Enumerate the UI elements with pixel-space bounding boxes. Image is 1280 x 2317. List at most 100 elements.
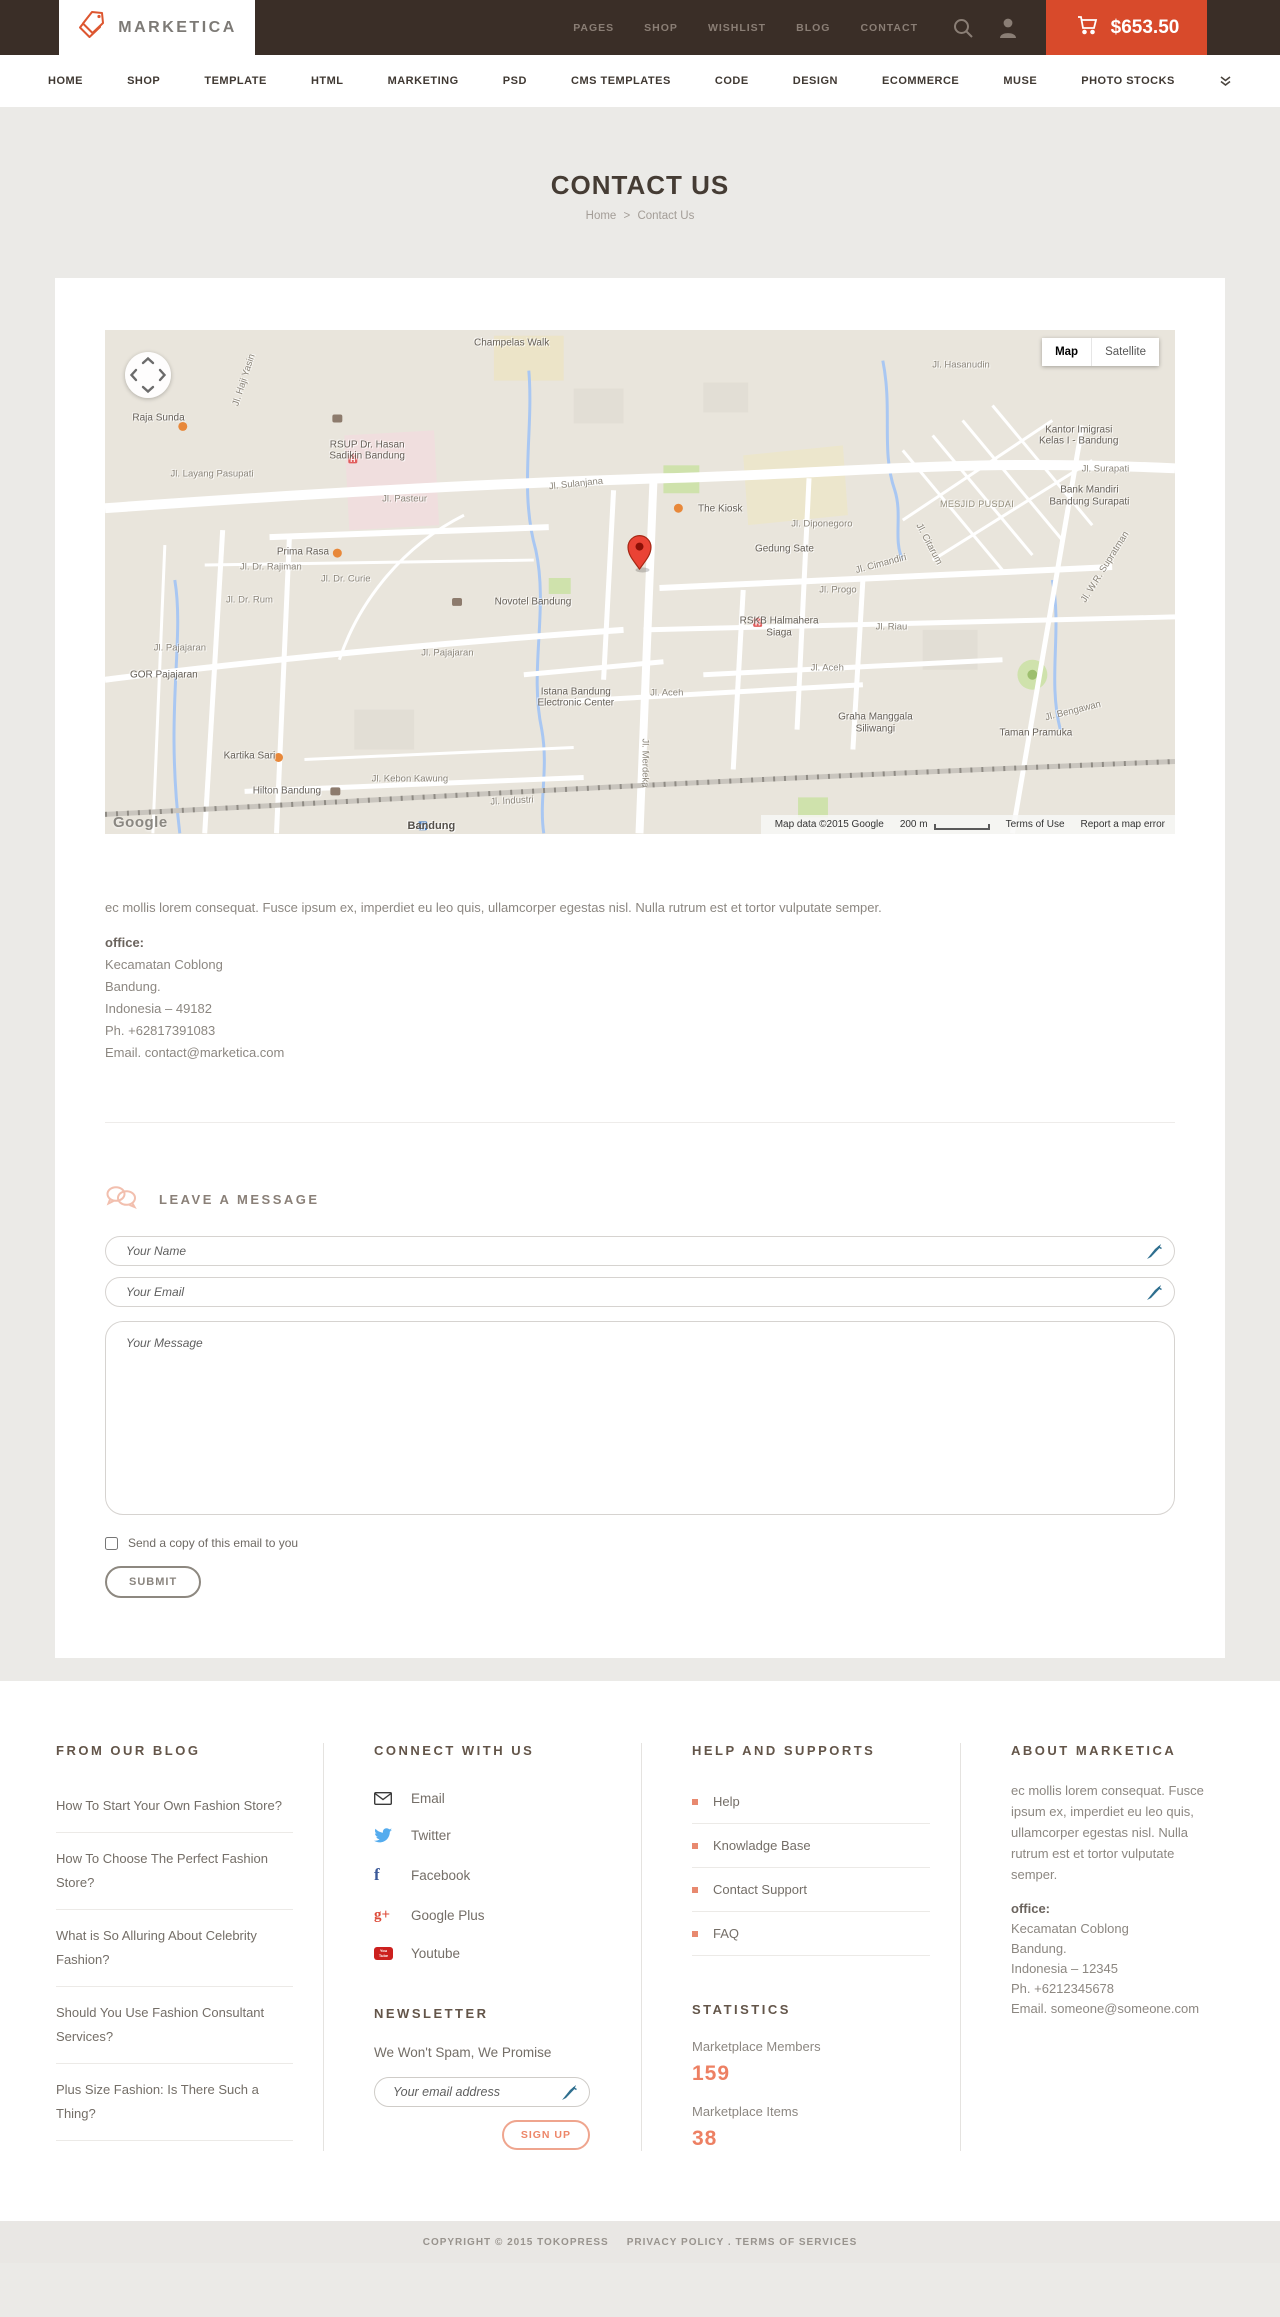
breadcrumb-current: Contact Us xyxy=(637,210,695,222)
catnav-marketing[interactable]: MARKETING xyxy=(388,75,459,87)
office-line: Email. contact@marketica.com xyxy=(105,1045,285,1060)
message-textarea[interactable] xyxy=(105,1321,1175,1515)
stat-value: 159 xyxy=(692,2062,731,2085)
top-nav-contact[interactable]: CONTACT xyxy=(860,22,918,34)
newsletter-tagline: We Won't Spam, We Promise xyxy=(374,2045,552,2060)
catnav-shop[interactable]: SHOP xyxy=(127,75,160,87)
page-head: CONTACT US Home > Contact Us xyxy=(0,107,1280,278)
catnav-psd[interactable]: PSD xyxy=(503,75,527,87)
map-scale: 200 m xyxy=(900,819,990,830)
social-google-plus[interactable]: g+ Google Plus xyxy=(374,1896,611,1935)
signup-button[interactable]: SIGN UP xyxy=(501,2120,590,2150)
google-plus-icon: g+ xyxy=(374,1907,391,1923)
footer-connect-column: CONNECT WITH US Email Twitter f Facebook… xyxy=(323,1743,641,2151)
contact-card: H H Champelas Walk Jl. Hasanudin Raja Sund… xyxy=(55,278,1225,1658)
help-link[interactable]: Knowladge Base xyxy=(713,1838,811,1853)
statistics-heading: STATISTICS xyxy=(692,2002,791,2017)
catnav-design[interactable]: DESIGN xyxy=(793,75,838,87)
chevron-double-down-icon[interactable] xyxy=(1219,75,1232,87)
logo-text: MARKETICA xyxy=(118,18,237,36)
newsletter: NEWSLETTER We Won't Spam, We Promise SIG… xyxy=(374,2006,611,2150)
blog-list: How To Start Your Own Fashion Store? How… xyxy=(56,1780,293,2142)
name-input[interactable] xyxy=(105,1236,1175,1266)
square-bullet-icon xyxy=(692,1798,698,1805)
top-header: MARKETICA PAGES SHOP WISHLIST BLOG CONTA… xyxy=(0,0,1280,55)
user-icon[interactable] xyxy=(998,17,1018,39)
cart-button[interactable]: $653.50 xyxy=(1046,0,1207,55)
copyright-links: PRIVACY POLICY . TERMS OF SERVICES xyxy=(626,2236,858,2248)
stat-label: Marketplace Items xyxy=(692,2104,799,2119)
blog-item: How To Start Your Own Fashion Store? xyxy=(56,1780,293,1834)
pen-icon xyxy=(1147,1244,1162,1264)
breadcrumb-home[interactable]: Home xyxy=(586,210,617,222)
office-line: Indonesia – 49182 xyxy=(105,1001,212,1016)
cart-total: $653.50 xyxy=(1110,16,1180,38)
send-copy-checkbox[interactable] xyxy=(105,1536,118,1550)
office-line: Ph. +6212345678 xyxy=(1011,1981,1115,1996)
catnav-cms-templates[interactable]: CMS TEMPLATES xyxy=(571,75,671,87)
contact-intro: ec mollis lorem consequat. Fusce ipsum e… xyxy=(105,900,882,915)
breadcrumb: Home > Contact Us xyxy=(0,210,1280,222)
blog-link[interactable]: What is So Alluring About Celebrity Fash… xyxy=(56,1928,257,1967)
map-pan-control[interactable] xyxy=(125,352,171,398)
social-youtube[interactable]: You Tube Youtube xyxy=(374,1935,611,1972)
square-bullet-icon xyxy=(692,1930,698,1937)
terms-of-use-link[interactable]: Terms of Use xyxy=(1006,819,1065,830)
search-icon[interactable] xyxy=(952,17,974,39)
cart-icon xyxy=(1074,12,1100,43)
social-list: Email Twitter f Facebook g+ Google Plus xyxy=(374,1780,611,1972)
catnav-ecommerce[interactable]: ECOMMERCE xyxy=(882,75,959,87)
map-attribution: Map data ©2015 Google 200 m Terms of Use… xyxy=(760,815,1175,834)
help-link[interactable]: FAQ xyxy=(713,1926,739,1941)
catnav-code[interactable]: CODE xyxy=(715,75,749,87)
help-item: Contact Support xyxy=(692,1868,930,1912)
blog-link[interactable]: How To Start Your Own Fashion Store? xyxy=(56,1798,282,1813)
twitter-icon xyxy=(374,1828,396,1843)
blog-heading: FROM OUR BLOG xyxy=(56,1743,201,1758)
office-line: Ph. +62817391083 xyxy=(105,1023,216,1038)
catnav-html[interactable]: HTML xyxy=(311,75,344,87)
social-facebook[interactable]: f Facebook xyxy=(374,1854,611,1896)
square-bullet-icon xyxy=(692,1842,698,1849)
catnav-muse[interactable]: MUSE xyxy=(1003,75,1037,87)
svg-text:H: H xyxy=(350,457,355,464)
social-email[interactable]: Email xyxy=(374,1780,611,1817)
email-input[interactable] xyxy=(105,1277,1175,1307)
send-copy-row: Send a copy of this email to you xyxy=(105,1536,1175,1550)
form-heading: LEAVE A MESSAGE xyxy=(159,1192,320,1207)
header-icons xyxy=(952,0,1018,55)
square-bullet-icon xyxy=(692,1886,698,1893)
help-link[interactable]: Contact Support xyxy=(713,1882,807,1897)
help-heading: HELP AND SUPPORTS xyxy=(692,1743,876,1758)
social-twitter[interactable]: Twitter xyxy=(374,1817,611,1854)
footer-help-column: HELP AND SUPPORTS Help Knowladge Base Co… xyxy=(641,1743,960,2151)
blog-link[interactable]: Should You Use Fashion Consultant Servic… xyxy=(56,2005,264,2044)
top-nav-blog[interactable]: BLOG xyxy=(796,22,830,34)
submit-button[interactable]: SUBMIT xyxy=(105,1566,202,1598)
office-line: Kecamatan Coblong xyxy=(105,957,223,972)
top-nav-pages[interactable]: PAGES xyxy=(573,22,614,34)
newsletter-email-input[interactable] xyxy=(374,2077,590,2107)
help-link[interactable]: Help xyxy=(713,1794,740,1809)
privacy-policy-link[interactable]: PRIVACY POLICY xyxy=(627,2237,724,2248)
office-line: Bandung. xyxy=(105,979,161,994)
catnav-home[interactable]: HOME xyxy=(48,75,83,87)
top-nav-wishlist[interactable]: WISHLIST xyxy=(708,22,766,34)
newsletter-input-wrap xyxy=(374,2077,590,2107)
page-title: CONTACT US xyxy=(550,170,730,200)
help-list: Help Knowladge Base Contact Support FAQ xyxy=(692,1780,930,1956)
google-map[interactable]: H H Champelas Walk Jl. Hasanudin Raja Sund… xyxy=(105,330,1175,834)
copyright-text: COPYRIGHT © 2015 TOKOPRESS xyxy=(422,2236,609,2248)
terms-of-services-link[interactable]: TERMS OF SERVICES xyxy=(735,2237,857,2248)
logo[interactable]: MARKETICA xyxy=(59,0,255,55)
map-button[interactable]: Map xyxy=(1042,338,1092,366)
footer: FROM OUR BLOG How To Start Your Own Fash… xyxy=(0,1681,1280,2221)
blog-link[interactable]: Plus Size Fashion: Is There Such a Thing… xyxy=(56,2082,259,2121)
blog-link[interactable]: How To Choose The Perfect Fashion Store? xyxy=(56,1851,268,1890)
section-divider xyxy=(105,1122,1175,1123)
catnav-photo-stocks[interactable]: PHOTO STOCKS xyxy=(1081,75,1175,87)
satellite-button[interactable]: Satellite xyxy=(1091,338,1159,366)
catnav-template[interactable]: TEMPLATE xyxy=(204,75,266,87)
top-nav-shop[interactable]: SHOP xyxy=(644,22,678,34)
report-map-error-link[interactable]: Report a map error xyxy=(1081,819,1165,830)
